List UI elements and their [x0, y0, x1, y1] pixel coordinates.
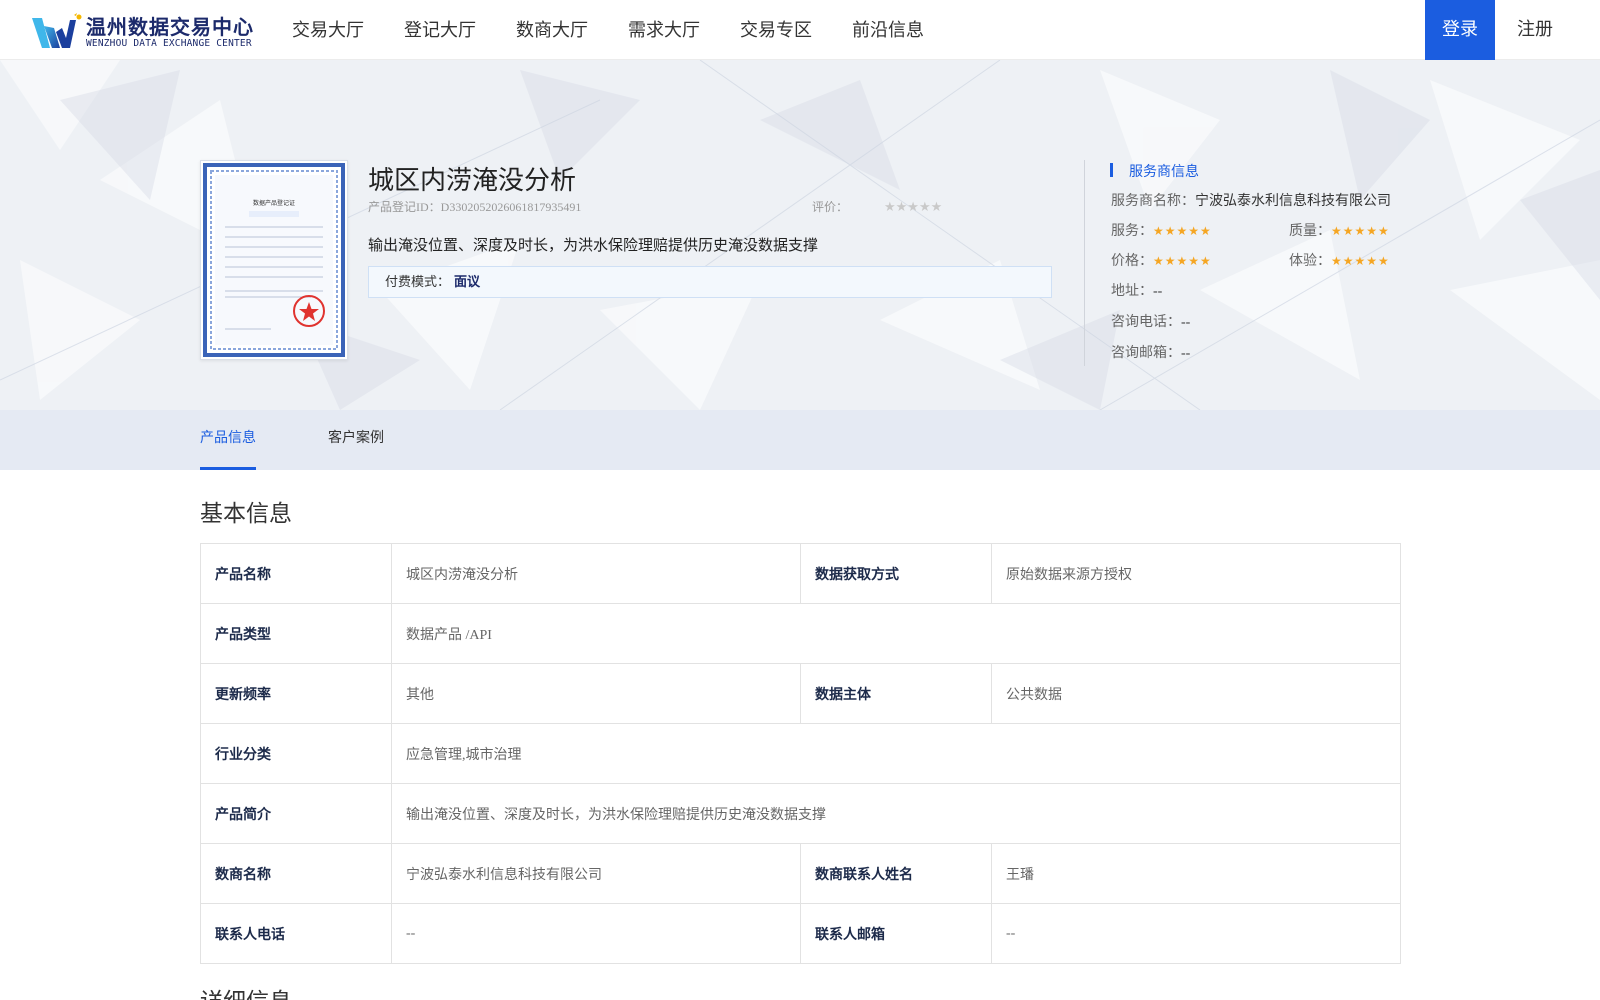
vendor-address-value: -- [1153, 284, 1163, 299]
vendor-phone-row: 咨询电话：-- [1111, 311, 1190, 331]
table-row: 产品名称 城区内涝淹没分析 数据获取方式 原始数据来源方授权 [200, 543, 1401, 604]
product-id-value: D3302052026061817935491 [440, 200, 582, 214]
register-button[interactable]: 注册 [1500, 0, 1570, 60]
wenzhou-logo-icon [32, 13, 82, 48]
field-label-product-name: 产品名称 [200, 543, 392, 604]
main-nav: 交易大厅 登记大厅 数商大厅 需求大厅 交易专区 前沿信息 [272, 0, 944, 60]
vendor-experience-row: 体验：★★★★★ [1289, 250, 1390, 270]
field-value-data-subject: 公共数据 [991, 663, 1401, 724]
field-value-product-type: 数据产品 /API [391, 603, 1401, 664]
basic-info-table: 产品名称 城区内涝淹没分析 数据获取方式 原始数据来源方授权 产品类型 数据产品… [200, 543, 1401, 964]
product-title: 城区内涝淹没分析 [368, 166, 577, 195]
field-label-merchant-name: 数商名称 [200, 843, 392, 904]
product-id-label: 产品登记ID： [368, 200, 441, 214]
vendor-price-label: 价格： [1111, 254, 1153, 269]
nav-item-trading-hall[interactable]: 交易大厅 [272, 0, 384, 60]
site-logo[interactable]: 温州数据交易中心 WENZHOU DATA EXCHANGE CENTER [30, 10, 260, 52]
table-row: 产品简介 输出淹没位置、深度及时长，为洪水保险理赔提供历史淹没数据支撑 [200, 783, 1401, 844]
field-value-industry: 应急管理,城市治理 [391, 723, 1401, 784]
vendor-quality-label: 质量： [1289, 224, 1331, 239]
top-navigation-bar: 温州数据交易中心 WENZHOU DATA EXCHANGE CENTER 交易… [0, 0, 1600, 60]
nav-item-data-merchant-hall[interactable]: 数商大厅 [496, 0, 608, 60]
field-label-contact-phone: 联系人电话 [200, 903, 392, 964]
rating-label: 评价： [812, 200, 849, 214]
basic-info-title: 基本信息 [200, 501, 292, 526]
vendor-name-value: 宁波弘泰水利信息科技有限公司 [1195, 194, 1391, 209]
field-label-update-frequency: 更新频率 [200, 663, 392, 724]
field-value-data-acquisition: 原始数据来源方授权 [991, 543, 1401, 604]
field-value-product-intro: 输出淹没位置、深度及时长，为洪水保险理赔提供历史淹没数据支撑 [391, 783, 1401, 844]
product-id-row: 产品登记ID：D3302052026061817935491 [368, 198, 581, 215]
field-value-contact-name: 王璠 [991, 843, 1401, 904]
certificate-image[interactable]: 数据产品登记证 [200, 160, 348, 360]
vendor-email-value: -- [1181, 346, 1191, 361]
table-row: 产品类型 数据产品 /API [200, 603, 1401, 664]
detail-info-title: 详细信息 [200, 982, 292, 1000]
logo-chinese-text: 温州数据交易中心 [86, 15, 254, 39]
field-value-product-name: 城区内涝淹没分析 [391, 543, 801, 604]
field-label-product-intro: 产品简介 [200, 783, 392, 844]
table-row: 行业分类 应急管理,城市治理 [200, 723, 1401, 784]
nav-item-demand-hall[interactable]: 需求大厅 [608, 0, 720, 60]
vendor-email-label: 咨询邮箱： [1111, 346, 1181, 361]
nav-item-registration-hall[interactable]: 登记大厅 [384, 0, 496, 60]
product-description: 输出淹没位置、深度及时长，为洪水保险理赔提供历史淹没数据支撑 [368, 238, 819, 254]
vendor-name-row: 服务商名称：宁波弘泰水利信息科技有限公司 [1111, 190, 1391, 210]
field-label-contact-name: 数商联系人姓名 [800, 843, 992, 904]
nav-item-trading-zone[interactable]: 交易专区 [720, 0, 832, 60]
payment-mode-label: 付费模式： [385, 274, 451, 289]
field-label-contact-email: 联系人邮箱 [800, 903, 992, 964]
field-label-data-subject: 数据主体 [800, 663, 992, 724]
field-value-contact-phone: -- [391, 903, 801, 964]
vendor-service-row: 服务：★★★★★ [1111, 220, 1212, 240]
vendor-experience-stars: ★★★★★ [1331, 254, 1390, 268]
vendor-heading-accent [1110, 163, 1113, 177]
field-value-update-frequency: 其他 [391, 663, 801, 724]
field-label-product-type: 产品类型 [200, 603, 392, 664]
vendor-address-row: 地址：-- [1111, 280, 1162, 300]
vendor-phone-value: -- [1181, 315, 1191, 330]
table-row: 更新频率 其他 数据主体 公共数据 [200, 663, 1401, 724]
vendor-price-row: 价格：★★★★★ [1111, 250, 1212, 270]
logo-english-text: WENZHOU DATA EXCHANGE CENTER [86, 38, 252, 49]
nav-item-frontier-info[interactable]: 前沿信息 [832, 0, 944, 60]
field-value-contact-email: -- [991, 903, 1401, 964]
vendor-quality-row: 质量：★★★★★ [1289, 220, 1390, 240]
vendor-service-stars: ★★★★★ [1153, 224, 1212, 238]
vendor-quality-stars: ★★★★★ [1331, 224, 1390, 238]
vendor-heading: 服务商信息 [1129, 165, 1199, 180]
field-label-data-acquisition: 数据获取方式 [800, 543, 992, 604]
payment-mode-box: 付费模式： 面议 [368, 266, 1052, 298]
field-value-merchant-name: 宁波弘泰水利信息科技有限公司 [391, 843, 801, 904]
table-row: 联系人电话 -- 联系人邮箱 -- [200, 903, 1401, 964]
svg-text:数据产品登记证: 数据产品登记证 [253, 199, 295, 207]
vendor-email-row: 咨询邮箱：-- [1111, 342, 1190, 362]
product-hero: 数据产品登记证 城区内涝淹没分析 产品登记ID：D330205202606181… [0, 60, 1600, 410]
vendor-info-panel: 服务商信息 服务商名称：宁波弘泰水利信息科技有限公司 服务：★★★★★ 质量：★… [1084, 160, 1404, 366]
payment-mode-value: 面议 [454, 274, 481, 289]
certificate-graphic: 数据产品登记证 [203, 163, 345, 357]
vendor-name-label: 服务商名称： [1111, 194, 1195, 209]
vendor-experience-label: 体验： [1289, 254, 1331, 269]
vendor-price-stars: ★★★★★ [1153, 254, 1212, 268]
login-button[interactable]: 登录 [1425, 0, 1495, 60]
table-row: 数商名称 宁波弘泰水利信息科技有限公司 数商联系人姓名 王璠 [200, 843, 1401, 904]
rating-stars: ★★★★★ [884, 199, 943, 214]
vendor-service-label: 服务： [1111, 224, 1153, 239]
vendor-address-label: 地址： [1111, 284, 1153, 299]
tab-customer-cases[interactable]: 客户案例 [328, 410, 384, 470]
field-label-industry: 行业分类 [200, 723, 392, 784]
vendor-phone-label: 咨询电话： [1111, 315, 1181, 330]
product-tabs: 产品信息 客户案例 [0, 410, 1600, 470]
tab-product-info[interactable]: 产品信息 [200, 410, 256, 470]
